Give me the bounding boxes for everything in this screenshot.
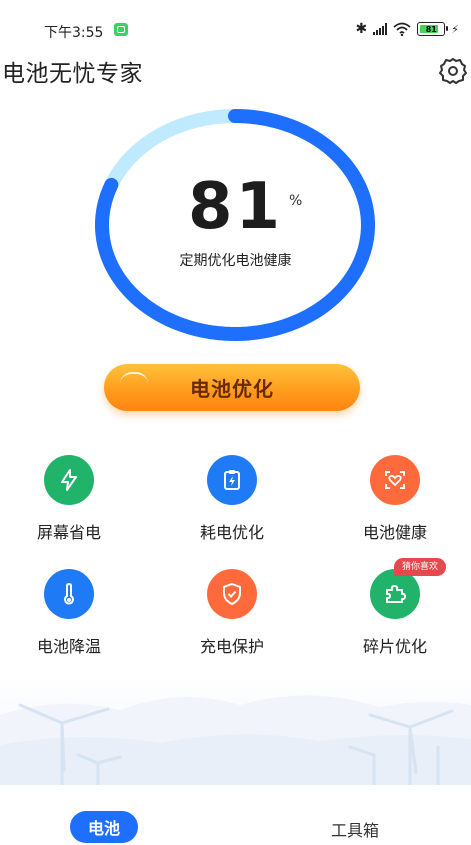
feature-icon-bg bbox=[44, 569, 94, 619]
feature-label: 碎片优化 bbox=[362, 637, 427, 656]
feature-icon-bg bbox=[207, 455, 257, 505]
lightning-icon bbox=[61, 469, 77, 491]
feature-icon-bg bbox=[207, 569, 257, 619]
feature-label: 屏幕省电 bbox=[36, 523, 101, 542]
feature-icon-bg bbox=[370, 455, 420, 505]
signal-icon bbox=[373, 23, 388, 35]
heart-scan-icon bbox=[385, 471, 405, 489]
feature-icon-bg bbox=[44, 455, 94, 505]
status-time: 下午3:55 bbox=[44, 25, 104, 41]
bottom-nav: 电池 工具箱 bbox=[0, 785, 471, 845]
battery-optimize-button[interactable]: 电池优化 bbox=[104, 364, 360, 411]
feature-power-optimize[interactable]: 耗电优化 bbox=[177, 455, 287, 543]
feature-label: 电池降温 bbox=[36, 637, 101, 656]
app-title: 电池无忧专家 bbox=[2, 61, 143, 87]
feature-charge-protection[interactable]: 充电保护 bbox=[177, 569, 287, 657]
shield-icon bbox=[223, 582, 241, 606]
status-icons: ✱ 81 ⚡ bbox=[356, 21, 459, 37]
status-bar: 下午3:55 ✱ 81 ⚡ bbox=[0, 0, 471, 41]
battery-icon: 81 bbox=[417, 22, 449, 36]
feature-label: 耗电优化 bbox=[199, 523, 264, 542]
feature-label: 电池健康 bbox=[362, 523, 427, 542]
battery-percentage: 81% bbox=[0, 175, 471, 239]
feature-fragment-optimize[interactable]: 碎片优化 bbox=[340, 569, 450, 657]
battery-percentage-value: 81 bbox=[187, 170, 284, 244]
gauge-subtitle: 定期优化电池健康 bbox=[179, 253, 292, 269]
feature-battery-cooling[interactable]: 电池降温 bbox=[14, 569, 124, 657]
percent-unit: % bbox=[289, 193, 303, 209]
feature-label: 充电保护 bbox=[199, 637, 264, 656]
puzzle-icon bbox=[386, 585, 406, 603]
gear-icon[interactable] bbox=[438, 56, 468, 86]
feature-screen-saving[interactable]: 屏幕省电 bbox=[14, 455, 124, 543]
wind-turbine-background bbox=[0, 675, 471, 785]
wechat-notification-icon bbox=[114, 23, 128, 36]
thermometer-icon bbox=[64, 582, 74, 605]
bluetooth-icon: ✱ bbox=[355, 21, 368, 37]
recommend-badge: 猜你喜欢 bbox=[394, 558, 447, 576]
battery-clipboard-icon bbox=[224, 470, 240, 490]
feature-icon-bg bbox=[370, 569, 420, 619]
feature-battery-health[interactable]: 电池健康 bbox=[340, 455, 450, 543]
battery-level: 81 bbox=[425, 24, 437, 34]
tab-toolbox[interactable]: 工具箱 bbox=[331, 817, 379, 841]
tab-battery[interactable]: 电池 bbox=[70, 811, 138, 843]
charging-bolt-icon: ⚡ bbox=[451, 22, 459, 36]
wifi-icon bbox=[393, 22, 411, 36]
